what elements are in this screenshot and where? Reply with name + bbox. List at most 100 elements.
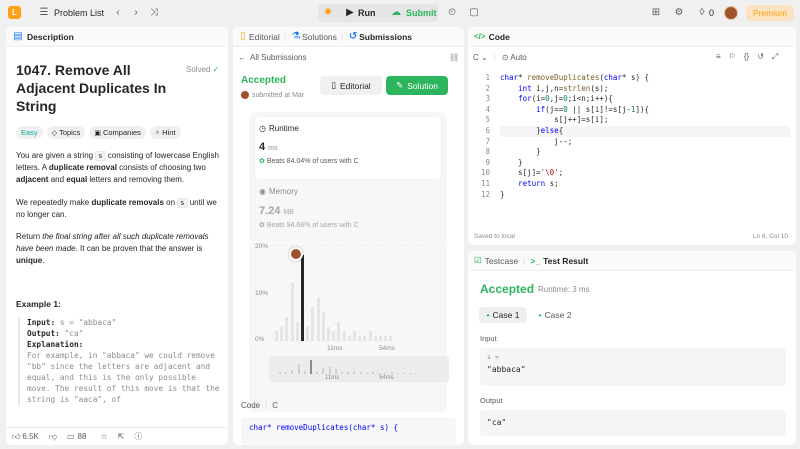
auto-mode-toggle[interactable]: ⊙ Auto (502, 53, 527, 62)
code-line[interactable]: j--; (500, 137, 572, 148)
dislike-icon[interactable]: 👎︎ (49, 432, 57, 442)
chart-bar[interactable] (311, 307, 315, 341)
thumbs-up-icon: 👍︎ (12, 431, 21, 441)
memory-label[interactable]: ◉ Memory (259, 187, 298, 196)
avatar[interactable] (724, 6, 738, 20)
chart-bar[interactable] (275, 331, 278, 341)
companies-tag[interactable]: ▣ Companies (89, 126, 146, 139)
like-button[interactable]: 👍︎ 6.5K (12, 432, 39, 442)
chart-bar[interactable] (337, 321, 341, 341)
chart-bar[interactable] (306, 326, 310, 341)
settings-icon[interactable]: ⚙ (673, 7, 685, 19)
next-problem-icon[interactable]: › (130, 7, 142, 19)
solution-button[interactable]: ✎ Solution (386, 76, 448, 95)
bookmark-icon[interactable]: ⚐ (729, 52, 736, 62)
code-line[interactable]: } (500, 190, 505, 201)
hint-tag[interactable]: ♁ Hint (149, 126, 181, 139)
description-tab[interactable]: ▤ Description (12, 31, 74, 43)
chart-bar[interactable] (368, 331, 372, 341)
line-number: 7 (485, 136, 490, 146)
chart-bar[interactable] (316, 297, 320, 341)
code-line[interactable]: s[j]='\0'; (500, 168, 563, 179)
code-line[interactable]: } (500, 147, 541, 158)
submit-button[interactable]: ☁ Submit (390, 7, 437, 19)
lightbulb-icon: ♁ (154, 129, 161, 136)
premium-button[interactable]: Premium (746, 5, 794, 21)
fullscreen-icon[interactable]: ⤢ (772, 52, 778, 62)
chart-bar[interactable] (321, 312, 325, 341)
my-submission-marker[interactable] (289, 247, 303, 261)
language-select[interactable]: C ⌄ (473, 53, 488, 62)
timer-icon[interactable]: ⏲ (446, 7, 458, 19)
chart-range-slider[interactable] (269, 356, 449, 382)
chart-bar[interactable] (389, 336, 393, 341)
submitted-code-preview[interactable]: char* removeDuplicates(char* s) { (241, 417, 456, 445)
reset-icon[interactable]: ↺ (757, 52, 764, 62)
prev-problem-icon[interactable]: ‹ (112, 7, 124, 19)
streak-counter[interactable]: ◊ 0 (696, 7, 715, 19)
chart-bar[interactable] (384, 336, 388, 341)
chart-bar[interactable] (290, 283, 294, 341)
topics-tag[interactable]: ◇ Topics (46, 126, 86, 139)
shuffle-icon[interactable]: ⤨ (148, 7, 160, 19)
run-button[interactable]: ▶ Run (344, 7, 375, 19)
chart-bar[interactable] (373, 336, 377, 341)
code-line[interactable]: if(j==0 || s[i]!=s[j-1]){ (500, 105, 649, 116)
chart-bar[interactable] (332, 331, 336, 341)
line-number: 9 (485, 157, 490, 167)
submissions-tab[interactable]: ↺ Submissions (347, 31, 412, 43)
chart-bar[interactable] (301, 254, 304, 341)
line-number: 11 (480, 179, 490, 188)
top-bar: L ☰ Problem List ‹ › ⤨ ✹ ▶ Run ☁ Submit ⏲ ▢… (0, 0, 800, 26)
chart-bar[interactable] (295, 321, 299, 341)
share-icon[interactable]: ⇱ (118, 432, 125, 441)
all-submissions-link[interactable]: ← All Submissions (238, 53, 306, 62)
code-line[interactable]: int i,j,n=strlen(s); (500, 84, 608, 95)
star-icon[interactable]: ☆ (100, 432, 107, 441)
chart-bar[interactable] (347, 336, 351, 341)
test-result-tab[interactable]: >_ Test Result (530, 256, 588, 266)
code-line[interactable]: char* removeDuplicates(char* s) { (500, 73, 649, 84)
mini-chart-bar (310, 359, 312, 374)
cursor-position: Ln 6, Col 10 (752, 233, 788, 240)
chart-bar[interactable] (379, 336, 382, 341)
chart-bar[interactable] (353, 331, 356, 341)
chart-bar[interactable] (280, 326, 284, 341)
notes-icon[interactable]: ▢ (468, 7, 480, 19)
solutions-tab[interactable]: ⚗ Solutions (290, 30, 336, 43)
memory-icon: ◉ (259, 187, 266, 196)
case-2-tab[interactable]: • Case 2 (531, 307, 579, 323)
leetcode-logo[interactable]: L (8, 6, 21, 19)
code-line[interactable]: return s; (500, 179, 559, 190)
editor-statusbar: Saved to local Ln 6, Col 10 (468, 231, 796, 245)
chart-bar[interactable] (327, 326, 330, 341)
difficulty-tag[interactable]: Easy (16, 126, 43, 139)
tag-icon: ◇ (51, 129, 58, 137)
code-line[interactable]: s[j++]=s[i]; (500, 115, 608, 126)
debug-icon[interactable]: ✹ (322, 7, 334, 19)
help-icon[interactable]: ⓘ (134, 431, 142, 442)
line-number: 2 (485, 83, 490, 93)
braces-icon[interactable]: {} (744, 52, 749, 62)
chevron-down-icon: ⌄ (481, 53, 488, 62)
chart-bar[interactable] (285, 317, 289, 341)
testcase-tab[interactable]: ☑ Testcase (474, 255, 518, 266)
editorial-button[interactable]: ▯ Editorial (320, 76, 382, 95)
editorial-tab[interactable]: ▯ Editorial (237, 30, 279, 43)
code-editor[interactable]: 1 char* removeDuplicates(char* s) {2 int … (468, 71, 796, 231)
code-tab[interactable]: </> Code (474, 32, 510, 42)
code-line[interactable]: }else{ (500, 126, 790, 137)
problem-list-button[interactable]: ☰ Problem List (38, 7, 105, 19)
code-line[interactable]: for(i=0,j=0;i<n;i++){ (500, 94, 613, 105)
layout-icon[interactable]: ⊞ (650, 7, 662, 19)
case-1-tab[interactable]: • Case 1 (479, 307, 527, 323)
comments-button[interactable]: ▭ 88 (67, 432, 86, 441)
chart-bar[interactable] (342, 331, 346, 341)
book-icon: ▯ (240, 30, 246, 42)
code-line[interactable]: } (500, 158, 523, 169)
chart-bar[interactable] (363, 336, 367, 341)
link-icon[interactable]: ⛓ (449, 53, 459, 62)
format-icon[interactable]: ≡ (716, 52, 721, 62)
flask-icon: ⚗ (291, 30, 301, 42)
chart-bar[interactable] (358, 336, 362, 341)
